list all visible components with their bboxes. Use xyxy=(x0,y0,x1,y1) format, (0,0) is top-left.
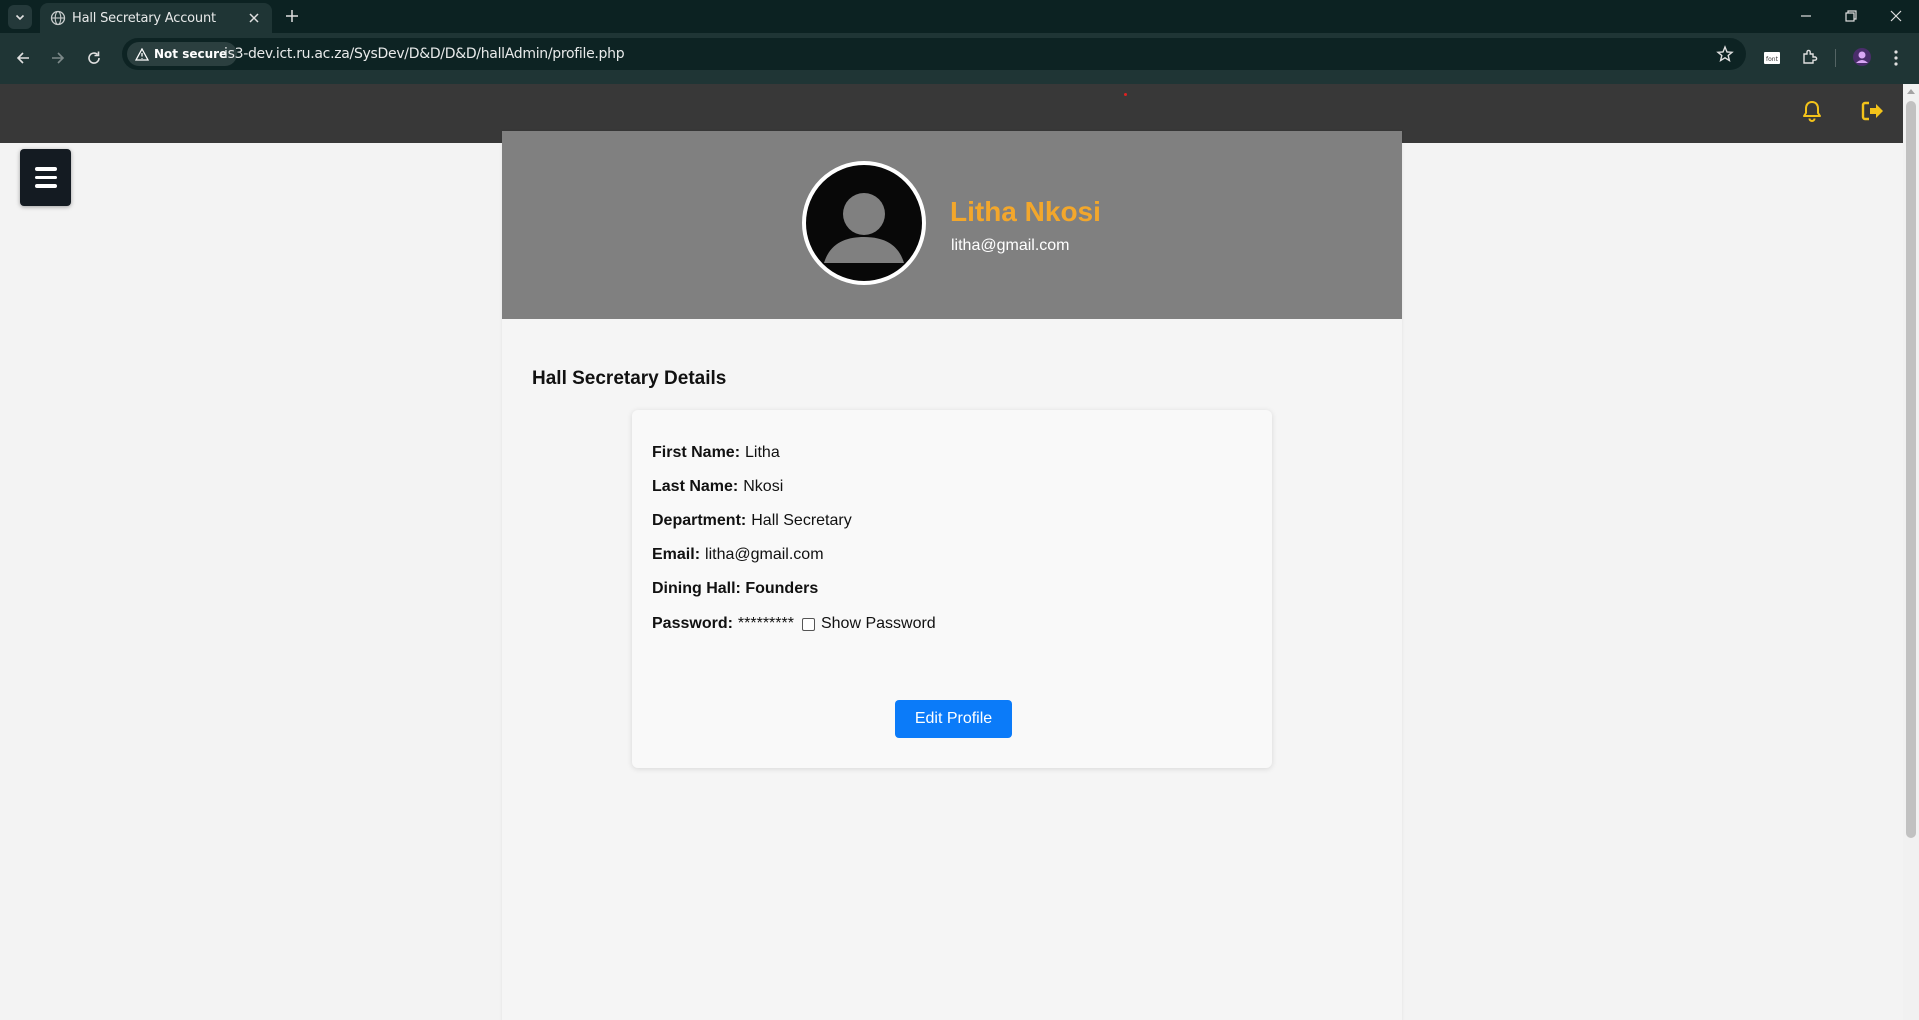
menu-bar-icon xyxy=(34,167,57,171)
show-password-checkbox[interactable] xyxy=(801,617,815,631)
department-row: Department: Hall Secretary xyxy=(652,512,852,530)
warning-icon xyxy=(135,47,149,61)
toolbar-divider xyxy=(1835,49,1836,67)
user-avatar-icon xyxy=(824,193,904,263)
scrollbar-thumb[interactable] xyxy=(1906,101,1916,838)
page-content: Litha Nkosi litha@gmail.com Hall Secreta… xyxy=(0,84,1903,1020)
minimize-icon[interactable] xyxy=(1798,8,1814,24)
first-name-row: First Name: Litha xyxy=(652,444,780,462)
password-label: Password: xyxy=(652,615,733,632)
edit-profile-button[interactable]: Edit Profile xyxy=(895,700,1012,738)
logout-icon[interactable] xyxy=(1861,101,1885,121)
dining-hall-row: Dining Hall: Founders xyxy=(652,580,823,598)
hamburger-menu-button[interactable] xyxy=(20,149,71,206)
back-icon[interactable] xyxy=(14,49,32,67)
email-value: litha@gmail.com xyxy=(705,546,824,563)
browser-tab[interactable]: Hall Secretary Account xyxy=(40,3,272,33)
bell-icon[interactable] xyxy=(1802,100,1822,122)
profile-name: Litha Nkosi xyxy=(950,196,1101,227)
section-title: Hall Secretary Details xyxy=(532,368,727,389)
browser-toolbar: Not secure is3-dev.ict.ru.ac.za/SysDev/D… xyxy=(0,33,1919,84)
close-icon[interactable] xyxy=(246,10,262,26)
last-name-value: Nkosi xyxy=(743,478,784,495)
browser-tab-bar: Hall Secretary Account xyxy=(0,0,1919,33)
security-label: Not secure xyxy=(154,47,228,61)
department-value: Hall Secretary xyxy=(751,512,852,529)
extension-icon[interactable]: font xyxy=(1763,49,1781,67)
dining-hall-text: Dining Hall: Founders xyxy=(652,580,819,597)
profile-banner: Litha Nkosi litha@gmail.com xyxy=(502,131,1402,319)
profile-email: litha@gmail.com xyxy=(951,237,1070,254)
profile-icon[interactable] xyxy=(1852,47,1872,67)
tab-title: Hall Secretary Account xyxy=(72,11,216,26)
chevron-down-icon xyxy=(15,14,25,21)
show-password-label[interactable]: Show Password xyxy=(821,615,936,633)
forward-icon[interactable] xyxy=(49,49,67,67)
details-box: First Name: Litha Last Name: Nkosi Depar… xyxy=(632,410,1272,768)
plus-icon[interactable] xyxy=(284,8,300,24)
password-row: Password: ********* Show Password xyxy=(652,615,936,633)
department-label: Department: xyxy=(652,512,747,529)
email-row: Email: litha@gmail.com xyxy=(652,546,824,564)
last-name-label: Last Name: xyxy=(652,478,739,495)
restore-icon[interactable] xyxy=(1843,8,1859,24)
password-mask: ********* xyxy=(737,615,794,632)
close-window-icon[interactable] xyxy=(1888,8,1904,24)
email-label: Email: xyxy=(652,546,701,563)
first-name-value: Litha xyxy=(745,444,780,461)
tab-search-button[interactable] xyxy=(8,5,32,29)
security-chip[interactable]: Not secure xyxy=(127,42,238,66)
kebab-menu-icon[interactable] xyxy=(1893,49,1899,67)
globe-icon xyxy=(50,10,66,26)
menu-bar-icon xyxy=(34,175,57,180)
last-name-row: Last Name: Nkosi xyxy=(652,478,783,496)
first-name-label: First Name: xyxy=(652,444,741,461)
address-bar[interactable]: Not secure is3-dev.ict.ru.ac.za/SysDev/D… xyxy=(122,38,1746,70)
avatar xyxy=(802,161,926,285)
svg-text:font: font xyxy=(1766,56,1779,63)
star-icon[interactable] xyxy=(1716,45,1734,63)
indicator-dot xyxy=(1124,93,1127,96)
url-text: is3-dev.ict.ru.ac.za/SysDev/D&D/D&D/hall… xyxy=(224,46,625,62)
puzzle-icon[interactable] xyxy=(1801,48,1819,66)
menu-bar-icon xyxy=(34,184,57,188)
profile-card: Litha Nkosi litha@gmail.com Hall Secreta… xyxy=(502,131,1402,1020)
reload-icon[interactable] xyxy=(85,49,103,67)
scroll-up-arrow-icon[interactable] xyxy=(1907,88,1915,94)
